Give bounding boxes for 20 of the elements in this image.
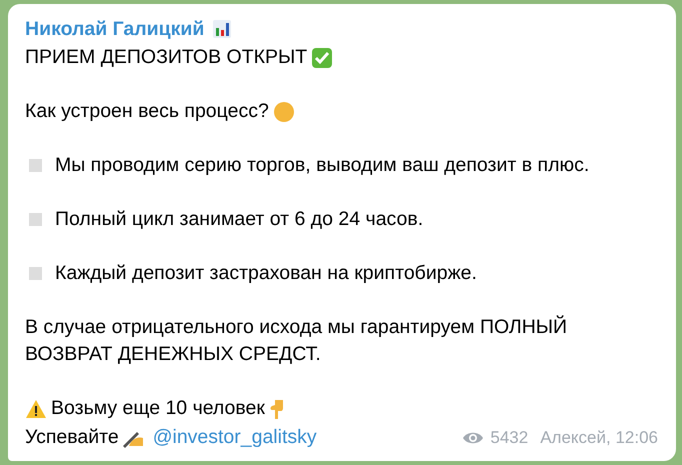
username-link[interactable]: @investor_galitsky [152, 424, 317, 451]
message-text: Как устроен весь процесс? [25, 99, 269, 124]
bullet-icon [29, 267, 42, 280]
warning-icon [25, 398, 47, 418]
check-icon [311, 46, 334, 68]
view-count: 5432 [490, 427, 528, 449]
bullet-text: Каждый депозит застрахован на криптобирже. [55, 261, 477, 286]
message-text: Возьму еще 10 человек [51, 396, 265, 421]
eye-icon [462, 430, 484, 444]
bullet-icon [29, 213, 42, 226]
chart-icon [212, 19, 232, 39]
author-time: Алексей, 12:06 [540, 427, 658, 449]
message-text: Успевайте [25, 425, 119, 450]
sender-name[interactable]: Николай Галицкий [25, 16, 204, 42]
message-text: ПРИЕМ ДЕПОЗИТОВ ОТКРЫТ [25, 45, 308, 70]
emoji-icon [272, 100, 295, 122]
bullet-icon [29, 159, 42, 172]
bullet-text: Мы проводим серию торгов, выводим ваш депозит в плюс. [55, 153, 590, 178]
bullet-text: Полный цикл занимает от 6 до 24 часов. [55, 207, 424, 232]
message-text: В случае отрицательного исхода мы гарантируем ПОЛНЫЙ ВОЗВРАТ ДЕНЕЖНЫХ СРЕДСТ. [25, 314, 568, 367]
